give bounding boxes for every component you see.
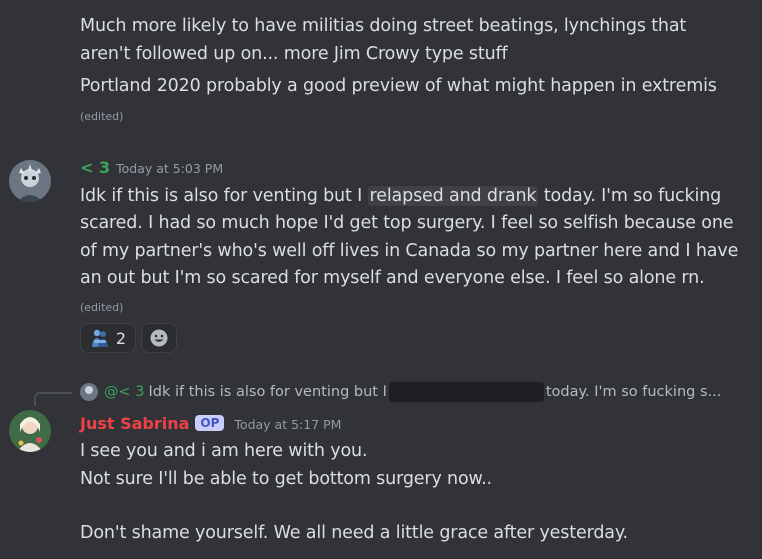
message-text-line: scared. I had so much hope I'd get top s… xyxy=(80,213,734,233)
message-text-line: Much more likely to have militias doing … xyxy=(80,16,687,36)
reply-preview[interactable]: @< 3 Idk if this is also for venting but… xyxy=(80,382,721,402)
reply-text: today. I'm so fucking s... xyxy=(545,384,722,400)
avatar-image-icon xyxy=(9,410,51,452)
avatar[interactable] xyxy=(9,160,51,202)
reaction-hug[interactable]: 2 xyxy=(80,323,136,353)
hugging-person-emoji-icon xyxy=(91,329,108,347)
username[interactable]: < 3 xyxy=(80,158,110,177)
message-text-line: Don't shame yourself. We all need a litt… xyxy=(80,523,628,543)
message-text-line: an out but I'm so scared for myself and … xyxy=(80,268,705,288)
message-text-line: Idk if this is also for venting but I re… xyxy=(80,182,721,210)
op-badge: OP xyxy=(195,415,225,431)
add-reaction-icon xyxy=(150,329,168,347)
timestamp[interactable]: Today at 5:17 PM xyxy=(234,417,341,432)
message-text: today. I'm so fucking xyxy=(538,186,722,206)
add-reaction-button[interactable] xyxy=(141,323,177,353)
reply-username[interactable]: @< 3 xyxy=(104,384,144,400)
reply-connector xyxy=(34,392,72,406)
username[interactable]: Just Sabrina xyxy=(80,414,189,433)
avatar[interactable] xyxy=(9,410,51,452)
avatar-image-icon xyxy=(9,160,51,202)
revealed-spoiler[interactable]: relapsed and drank xyxy=(367,186,539,206)
hidden-spoiler[interactable] xyxy=(388,382,544,402)
message-header: < 3 Today at 5:03 PM xyxy=(80,158,223,177)
message-text-line: Not sure I'll be able to get bottom surg… xyxy=(80,469,492,489)
reaction-count: 2 xyxy=(115,328,127,348)
message-text-line: I see you and i am here with you. xyxy=(80,441,368,461)
message-text-line: aren't followed up on... more Jim Crowy … xyxy=(80,44,508,64)
message-header: Just Sabrina OP Today at 5:17 PM xyxy=(80,414,341,433)
message-text-line: Portland 2020 probably a good preview of… xyxy=(80,76,717,96)
message-text-line: of my partner's who's well off lives in … xyxy=(80,241,739,261)
timestamp[interactable]: Today at 5:03 PM xyxy=(116,161,223,176)
reply-avatar-icon xyxy=(80,383,98,401)
edited-label: (edited) xyxy=(80,110,124,123)
edited-label: (edited) xyxy=(80,301,124,314)
reply-text: Idk if this is also for venting but I xyxy=(148,384,387,400)
message-text: Idk if this is also for venting but I xyxy=(80,186,368,206)
